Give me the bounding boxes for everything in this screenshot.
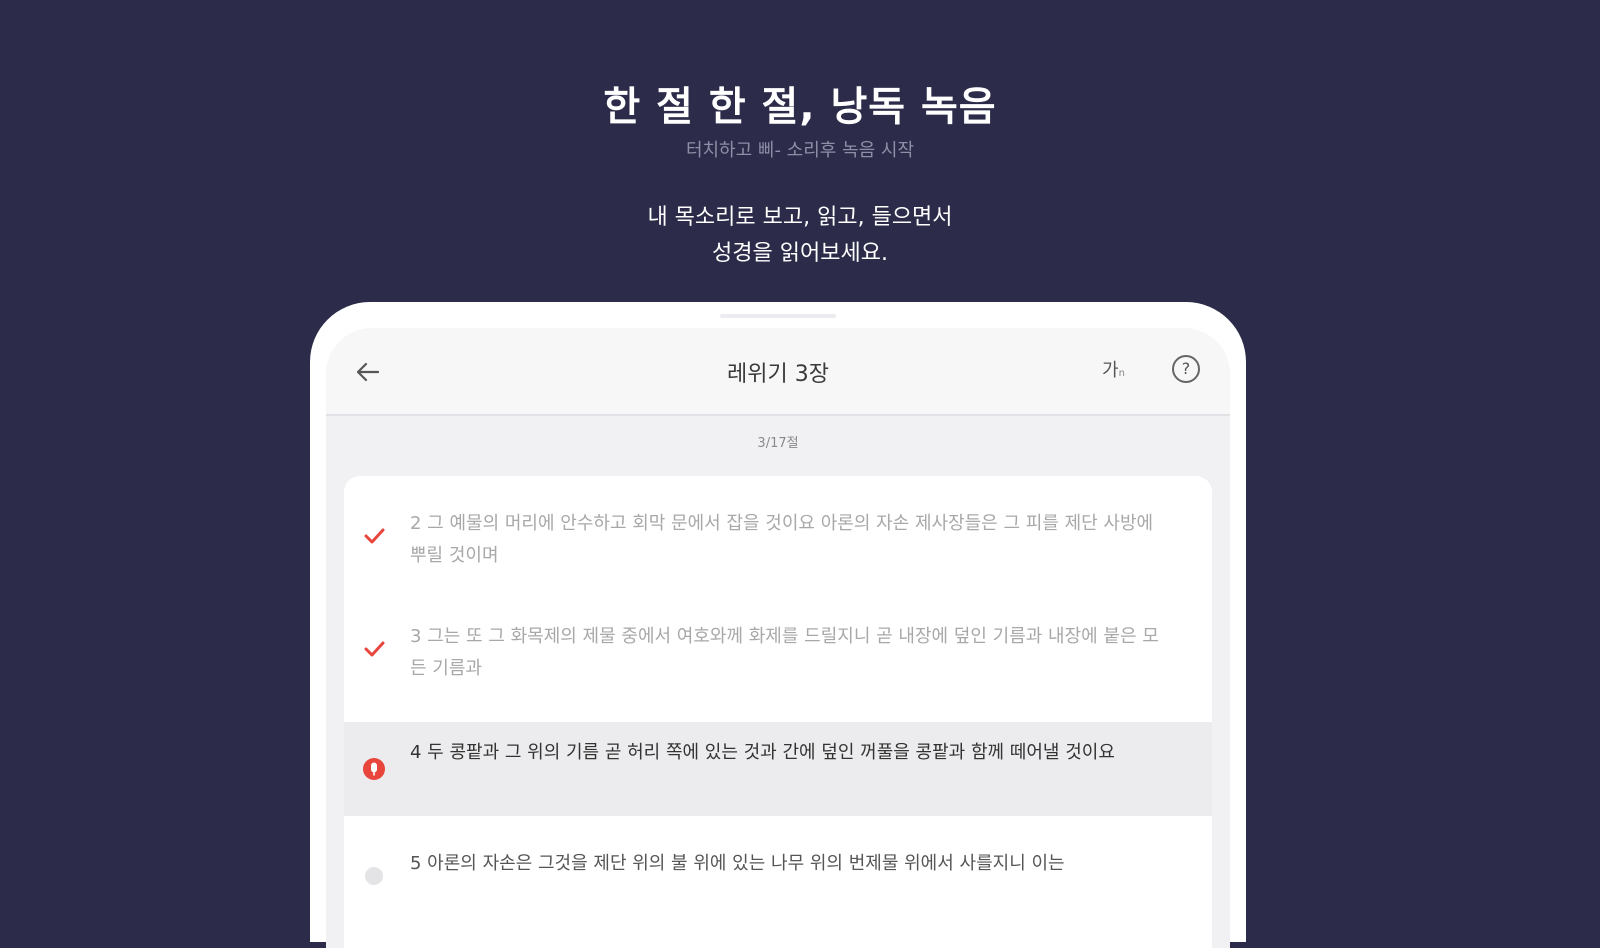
verse-text: 3 그는 또 그 화목제의 제물 중에서 여호와께 화제를 드릴지니 곧 내장에… xyxy=(410,626,1159,679)
font-size-icon: 가 xyxy=(1102,360,1119,381)
font-size-icon-sup: n xyxy=(1118,368,1125,379)
hero-description-line: 성경을 읽어보세요. xyxy=(712,241,888,266)
verse-item[interactable]: 3 그는 또 그 화목제의 제물 중에서 여호와께 화제를 드릴지니 곧 내장에… xyxy=(344,615,1212,691)
checkmark-icon xyxy=(364,641,385,657)
microphone-icon xyxy=(363,758,385,780)
verse-item[interactable]: 5 아론의 자손은 그것을 제단 위의 불 위에 있는 나무 위의 번제물 위에… xyxy=(344,842,1212,885)
device-notch xyxy=(720,314,836,318)
verse-text: 4 두 콩팥과 그 위의 기름 곧 허리 쪽에 있는 것과 간에 덮인 꺼풀을 … xyxy=(410,742,1115,763)
verse-text: 2 그 예물의 머리에 안수하고 회막 문에서 잡을 것이요 아론의 자손 제사… xyxy=(410,513,1154,566)
pending-dot-icon xyxy=(362,864,386,888)
verse-item[interactable]: 2 그 예물의 머리에 안수하고 회막 문에서 잡을 것이요 아론의 자손 제사… xyxy=(344,502,1212,578)
hero-description-line: 내 목소리로 보고, 읽고, 들으면서 xyxy=(647,205,953,230)
chapter-title: 레위기 3장 xyxy=(727,362,829,387)
hero-subtitle: 터치하고 삐- 소리후 녹음 시작 xyxy=(685,140,915,161)
help-button[interactable]: ? xyxy=(1172,355,1200,383)
hero-title: 한 절 한 절, 낭독 녹음 xyxy=(603,84,997,130)
app-header: 레위기 3장 가n ? xyxy=(326,328,1230,416)
app-screen: 레위기 3장 가n ? 3/17절 2 그 예물의 머리에 안수하고 회막 문에… xyxy=(326,328,1230,948)
tablet-device-frame: 레위기 3장 가n ? 3/17절 2 그 예물의 머리에 안수하고 회막 문에… xyxy=(310,302,1246,948)
pending-dot xyxy=(365,867,383,885)
verse-text: 5 아론의 자손은 그것을 제단 위의 불 위에 있는 나무 위의 번제물 위에… xyxy=(410,853,1065,874)
font-size-button[interactable]: 가n xyxy=(1102,356,1125,386)
verse-item-recording[interactable]: 4 두 콩팥과 그 위의 기름 곧 허리 쪽에 있는 것과 간에 덮인 꺼풀을 … xyxy=(344,722,1212,816)
verse-progress: 3/17절 xyxy=(757,436,799,451)
verse-list: 2 그 예물의 머리에 안수하고 회막 문에서 잡을 것이요 아론의 자손 제사… xyxy=(344,476,1212,948)
hero-description: 내 목소리로 보고, 읽고, 들으면서 성경을 읽어보세요. xyxy=(0,200,1600,272)
checkmark-icon xyxy=(364,528,385,544)
